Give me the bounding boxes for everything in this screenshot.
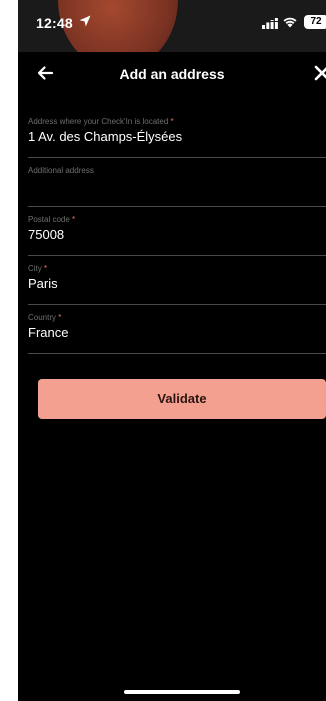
city-input[interactable]: Paris (28, 276, 318, 291)
postal-code-input[interactable]: 75008 (28, 227, 318, 242)
required-mark: * (58, 313, 62, 322)
postal-code-field-label: Postal code * (28, 215, 76, 224)
status-bar-decoration (58, 0, 178, 52)
additional-address-field[interactable]: Additional address (28, 166, 326, 207)
additional-address-field-label: Additional address (28, 166, 94, 175)
status-time: 12:48 (36, 15, 73, 31)
postal-code-field[interactable]: Postal code * 75008 (28, 215, 326, 256)
battery-icon: 72 (304, 15, 326, 29)
wifi-icon (282, 15, 298, 33)
signal-icon (262, 16, 278, 34)
city-field-label: City * (28, 264, 48, 273)
address-field-label: Address where your Check'In is located * (28, 117, 174, 126)
country-field[interactable]: Country * France (28, 313, 326, 354)
country-field-label: Country * (28, 313, 62, 322)
address-input[interactable]: 1 Av. des Champs-Élysées (28, 129, 318, 144)
status-bar: 12:48 72 (18, 0, 326, 52)
required-mark: * (170, 117, 174, 126)
close-icon[interactable] (312, 63, 326, 83)
navigation-bar: Add an address (18, 52, 326, 96)
country-select[interactable]: France (28, 325, 318, 340)
address-field[interactable]: Address where your Check'In is located *… (28, 117, 326, 158)
validate-button[interactable]: Validate (38, 379, 326, 419)
city-field[interactable]: City * Paris (28, 264, 326, 305)
home-indicator[interactable] (124, 690, 240, 694)
page-title: Add an address (119, 66, 225, 82)
required-mark: * (44, 264, 48, 273)
app-screen: 12:48 72 Add an address Address where yo… (18, 0, 326, 701)
location-arrow-icon (78, 14, 92, 33)
required-mark: * (72, 215, 76, 224)
